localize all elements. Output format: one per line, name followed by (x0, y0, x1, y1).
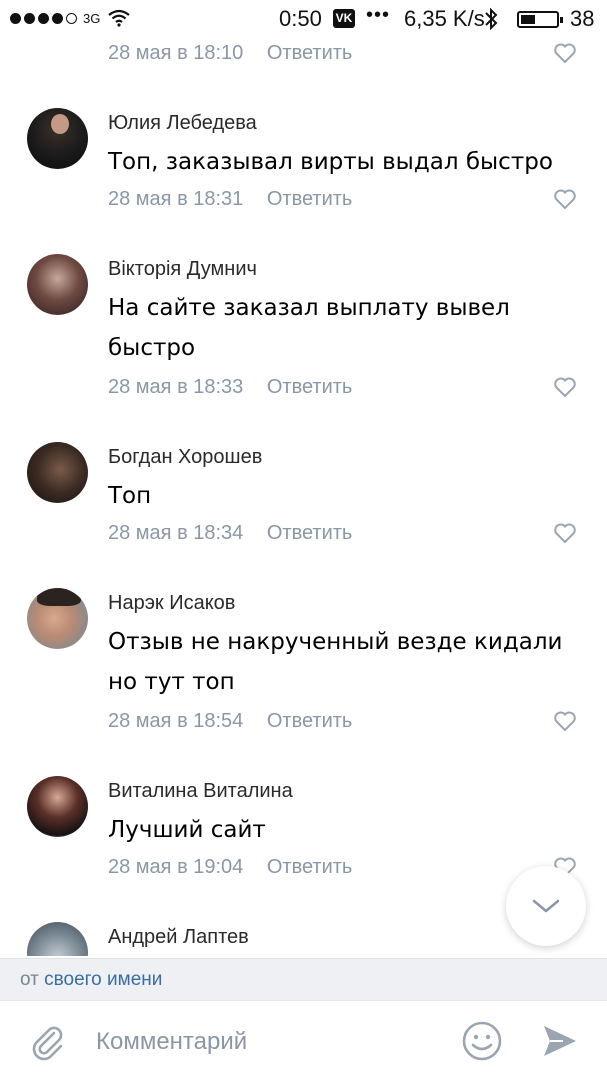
clock: 0:50 (279, 6, 322, 31)
comment-text: Лучший сайт (108, 817, 266, 843)
reply-button[interactable]: Ответить (267, 376, 353, 398)
comment-as-prefix: от (20, 969, 39, 990)
like-heart-icon[interactable] (553, 522, 577, 544)
avatar[interactable] (27, 254, 88, 315)
reply-button[interactable]: Ответить (267, 856, 353, 878)
comment-author[interactable]: Юлия Лебедева (108, 112, 257, 135)
comment-author[interactable]: Андрей Лаптев (108, 926, 249, 949)
battery-percent: 38 (570, 6, 595, 31)
comment-text: Топ (108, 483, 152, 509)
comment-author[interactable]: Нарэк Исаков (108, 592, 235, 615)
comment-input[interactable] (96, 1023, 436, 1061)
bluetooth-icon (485, 7, 498, 31)
avatar[interactable] (27, 776, 88, 837)
comment-composer (0, 1000, 607, 1080)
comment-date: 28 мая в 18:33 (108, 376, 244, 398)
comment-author[interactable]: Вікторія Думнич (108, 258, 257, 281)
comment-date: 28 мая в 18:34 (108, 522, 244, 544)
send-icon[interactable] (541, 1022, 579, 1060)
signal-strength-icon (10, 13, 77, 24)
comment-text: Топ, заказывал вирты выдал быстро (108, 149, 553, 175)
like-heart-icon[interactable] (553, 376, 577, 398)
comment-as-selector[interactable]: своего имени (44, 969, 162, 990)
vk-notification-icon: VK (333, 9, 355, 28)
comment-author[interactable]: Богдан Хорошев (108, 446, 262, 469)
reply-button[interactable]: Ответить (267, 42, 353, 64)
comment-meta: 28 мая в 18:10 Ответить (108, 42, 352, 65)
status-bar: 3G 0:50 VK ••• 6,35 K/s 38 (0, 0, 607, 38)
avatar[interactable] (27, 588, 88, 649)
network-type: 3G (83, 11, 101, 26)
comment-meta: 28 мая в 18:33 Ответить (108, 376, 352, 399)
comment-date: 28 мая в 18:31 (108, 188, 244, 210)
more-notifications-icon: ••• (366, 4, 391, 26)
comment-meta: 28 мая в 18:31 Ответить (108, 188, 352, 211)
comment-text: На сайте заказал выплату вывел быстро (108, 295, 510, 361)
like-heart-icon[interactable] (553, 42, 577, 64)
comment-meta: 28 мая в 18:54 Ответить (108, 710, 352, 733)
reply-button[interactable]: Ответить (267, 188, 353, 210)
comment-date: 28 мая в 18:54 (108, 710, 244, 732)
wifi-icon (108, 9, 130, 27)
comment-meta: 28 мая в 19:04 Ответить (108, 856, 352, 879)
avatar[interactable] (27, 108, 88, 169)
comment-date: 28 мая в 19:04 (108, 856, 244, 878)
avatar[interactable] (27, 442, 88, 503)
scroll-down-button[interactable] (506, 866, 586, 946)
emoji-icon[interactable] (461, 1020, 503, 1062)
like-heart-icon[interactable] (553, 188, 577, 210)
comment-author[interactable]: Виталина Виталина (108, 780, 293, 803)
network-speed: 6,35 K/s (404, 6, 485, 31)
comment-as-bar: от своего имени (0, 958, 607, 1000)
chevron-down-icon (532, 899, 560, 913)
battery-icon (517, 11, 563, 28)
reply-button[interactable]: Ответить (267, 710, 353, 732)
comment-meta: 28 мая в 18:34 Ответить (108, 522, 352, 545)
reply-button[interactable]: Ответить (267, 522, 353, 544)
comment-text: Отзыв не накрученный везде кидали но тут… (108, 629, 563, 695)
avatar[interactable] (27, 922, 88, 956)
comments-list[interactable]: 28 мая в 18:10 Ответить Юлия Лебедева То… (0, 38, 607, 956)
paperclip-icon[interactable] (27, 1021, 67, 1061)
comment-date: 28 мая в 18:10 (108, 42, 244, 64)
like-heart-icon[interactable] (553, 710, 577, 732)
